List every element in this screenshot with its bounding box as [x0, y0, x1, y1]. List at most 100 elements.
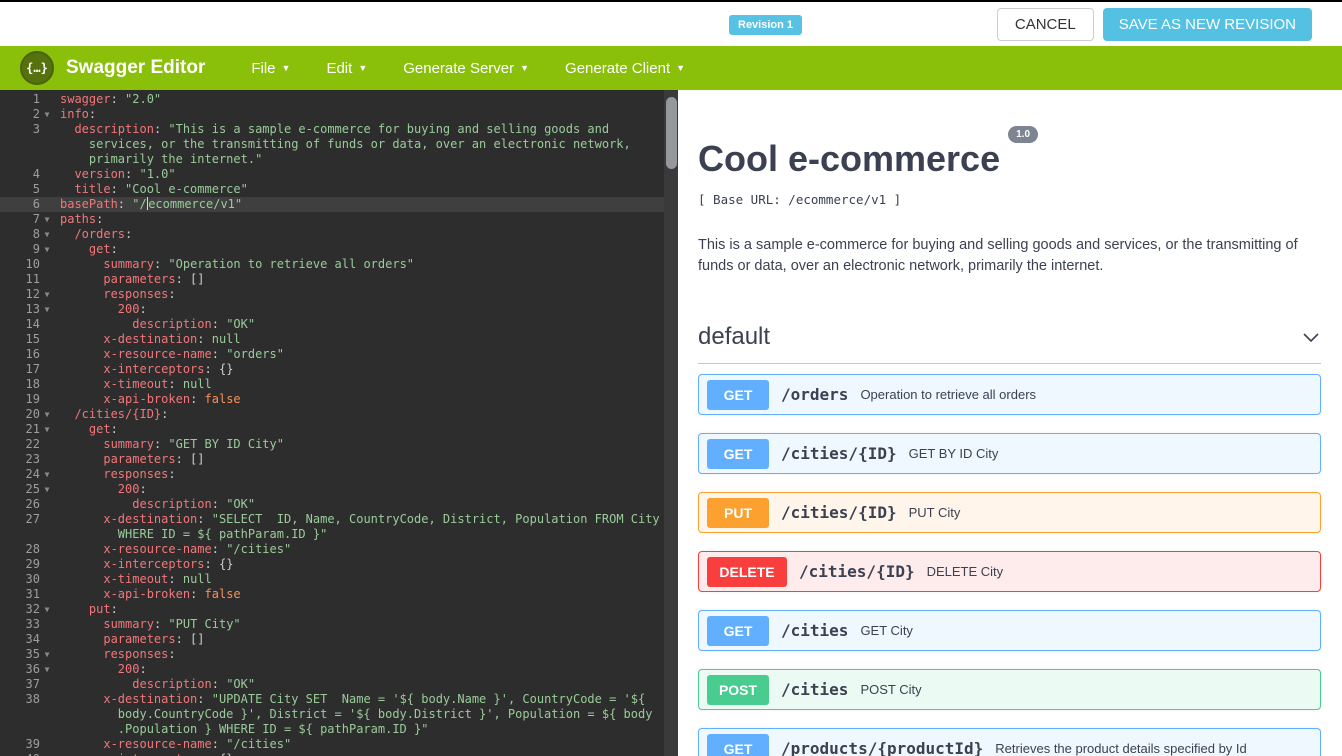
code-line[interactable]: 32 ▼ put: [0, 602, 678, 617]
code-text: description: "OK" [132, 497, 256, 511]
code-line[interactable]: 17 x-interceptors: {} [0, 362, 678, 377]
menu-item-generate-client[interactable]: Generate Client ▼ [565, 60, 685, 77]
code-line[interactable]: 21 ▼ get: [0, 422, 678, 437]
fold-arrow-icon[interactable]: ▼ [40, 242, 54, 257]
editor-scrollbar-thumb[interactable] [665, 97, 677, 169]
line-number: 38 [25, 692, 40, 706]
cancel-button[interactable]: CANCEL [996, 7, 1094, 41]
code-line[interactable]: 30 x-timeout: null [0, 572, 678, 587]
fold-arrow-icon[interactable]: ▼ [40, 602, 54, 617]
operation-row-post-cities[interactable]: POST/cities POST City [698, 669, 1321, 711]
api-description: This is a sample e-commerce for buying a… [698, 237, 1298, 275]
code-line[interactable]: 25 ▼ 200: [0, 482, 678, 497]
code-line[interactable]: 37 description: "OK" [0, 677, 678, 692]
fold-arrow-icon[interactable]: ▼ [40, 647, 54, 662]
menu-item-label: Generate Server [403, 59, 515, 77]
code-line[interactable]: 16 x-resource-name: "orders" [0, 347, 678, 362]
code-line[interactable]: 31 x-api-broken: false [0, 587, 678, 602]
fold-arrow-icon[interactable]: ▼ [40, 287, 54, 302]
revision-badge: Revision 1 [729, 15, 803, 35]
code-line[interactable]: WHERE ID = ${ pathParam.ID }" [0, 527, 678, 542]
operation-row-get-cities-ID[interactable]: GET/cities/{ID} GET BY ID City [698, 433, 1321, 475]
fold-gutter [40, 152, 54, 167]
code-line[interactable]: 3 description: "This is a sample e-comme… [0, 122, 678, 137]
code-line[interactable]: 40 x-interceptors: {} [0, 752, 678, 756]
fold-arrow-icon[interactable]: ▼ [40, 302, 54, 317]
code-line[interactable]: body.CountryCode }', District = '${ body… [0, 707, 678, 722]
code-line[interactable]: 22 summary: "GET BY ID City" [0, 437, 678, 452]
code-text: 200: [117, 662, 147, 676]
code-line[interactable]: 4 version: "1.0" [0, 167, 678, 182]
code-line[interactable]: 1 swagger: "2.0" [0, 92, 678, 107]
line-number: 16 [25, 347, 40, 361]
yaml-code-editor[interactable]: 1 swagger: "2.0" 2 ▼ info: 3 description: "Th… [0, 90, 678, 756]
code-line[interactable]: 26 description: "OK" [0, 497, 678, 512]
menu-item-edit[interactable]: Edit ▼ [326, 60, 367, 77]
code-line[interactable]: 10 summary: "Operation to retrieve all o… [0, 257, 678, 272]
code-line[interactable]: services, or the transmitting of funds o… [0, 137, 678, 152]
code-line[interactable]: 19 x-api-broken: false [0, 392, 678, 407]
code-line[interactable]: .Population } WHERE ID = ${ pathParam.ID… [0, 722, 678, 737]
operation-row-get-products-productId[interactable]: GET/products/{productId} Retrieves the pr… [698, 728, 1321, 756]
code-line[interactable]: 15 x-destination: null [0, 332, 678, 347]
code-line[interactable]: 23 parameters: [] [0, 452, 678, 467]
fold-arrow-icon[interactable]: ▼ [40, 227, 54, 242]
fold-gutter [40, 497, 54, 512]
fold-gutter [40, 257, 54, 272]
code-line[interactable]: 9 ▼ get: [0, 242, 678, 257]
code-line[interactable]: 11 parameters: [] [0, 272, 678, 287]
fold-arrow-icon[interactable]: ▼ [40, 212, 54, 227]
code-text: x-destination: "UPDATE City SET Name = '… [103, 692, 646, 706]
fold-gutter [40, 707, 54, 722]
fold-arrow-icon[interactable]: ▼ [40, 467, 54, 482]
editor-scrollbar[interactable] [664, 90, 678, 756]
code-line[interactable]: 13 ▼ 200: [0, 302, 678, 317]
fold-arrow-icon[interactable]: ▼ [40, 107, 54, 122]
menu-item-file[interactable]: File ▼ [251, 60, 290, 77]
chevron-down-icon[interactable] [1301, 327, 1321, 347]
code-line[interactable]: 28 x-resource-name: "/cities" [0, 542, 678, 557]
code-line[interactable]: 34 parameters: [] [0, 632, 678, 647]
fold-arrow-icon[interactable]: ▼ [40, 422, 54, 437]
operation-row-get-orders[interactable]: GET/orders Operation to retrieve all orde… [698, 374, 1321, 416]
menu-item-label: Generate Client [565, 59, 671, 77]
code-line[interactable]: 2 ▼ info: [0, 107, 678, 122]
tag-section-header[interactable]: default [698, 323, 1321, 365]
code-line[interactable]: primarily the internet." [0, 152, 678, 167]
operation-row-put-cities-ID[interactable]: PUT/cities/{ID} PUT City [698, 492, 1321, 534]
code-line[interactable]: 8 ▼ /orders: [0, 227, 678, 242]
code-text: x-resource-name: "/cities" [103, 737, 292, 751]
code-line[interactable]: 6 basePath: "/ecommerce/v1" [0, 197, 678, 212]
code-line[interactable]: 7 ▼ paths: [0, 212, 678, 227]
fold-gutter [40, 692, 54, 707]
menu-item-generate-server[interactable]: Generate Server ▼ [403, 60, 529, 77]
code-text: x-interceptors: {} [103, 557, 234, 571]
line-number: 4 [32, 167, 40, 181]
code-line[interactable]: 12 ▼ responses: [0, 287, 678, 302]
caret-down-icon: ▼ [281, 63, 291, 73]
fold-arrow-icon[interactable]: ▼ [40, 482, 54, 497]
code-line[interactable]: 18 x-timeout: null [0, 377, 678, 392]
code-line[interactable]: 38 x-destination: "UPDATE City SET Name … [0, 692, 678, 707]
fold-gutter [40, 677, 54, 692]
code-text: x-destination: null [103, 332, 241, 346]
operation-summary: POST City [860, 682, 922, 698]
code-line[interactable]: 5 title: "Cool e-commerce" [0, 182, 678, 197]
fold-arrow-icon[interactable]: ▼ [40, 662, 54, 677]
operation-row-delete-cities-ID[interactable]: DELETE/cities/{ID} DELETE City [698, 551, 1321, 593]
code-line[interactable]: 24 ▼ responses: [0, 467, 678, 482]
code-text: get: [88, 242, 118, 256]
operation-row-get-cities[interactable]: GET/cities GET City [698, 610, 1321, 652]
code-line[interactable]: 14 description: "OK" [0, 317, 678, 332]
fold-arrow-icon[interactable]: ▼ [40, 407, 54, 422]
code-line[interactable]: 39 x-resource-name: "/cities" [0, 737, 678, 752]
code-line[interactable]: 36 ▼ 200: [0, 662, 678, 677]
code-line[interactable]: 27 x-destination: "SELECT ID, Name, Coun… [0, 512, 678, 527]
code-line[interactable]: 35 ▼ responses: [0, 647, 678, 662]
save-as-new-revision-button[interactable]: SAVE AS NEW REVISION [1102, 7, 1312, 41]
fold-gutter [40, 182, 54, 197]
code-line[interactable]: 20 ▼ /cities/{ID}: [0, 407, 678, 422]
code-line[interactable]: 29 x-interceptors: {} [0, 557, 678, 572]
fold-gutter [40, 167, 54, 182]
code-line[interactable]: 33 summary: "PUT City" [0, 617, 678, 632]
